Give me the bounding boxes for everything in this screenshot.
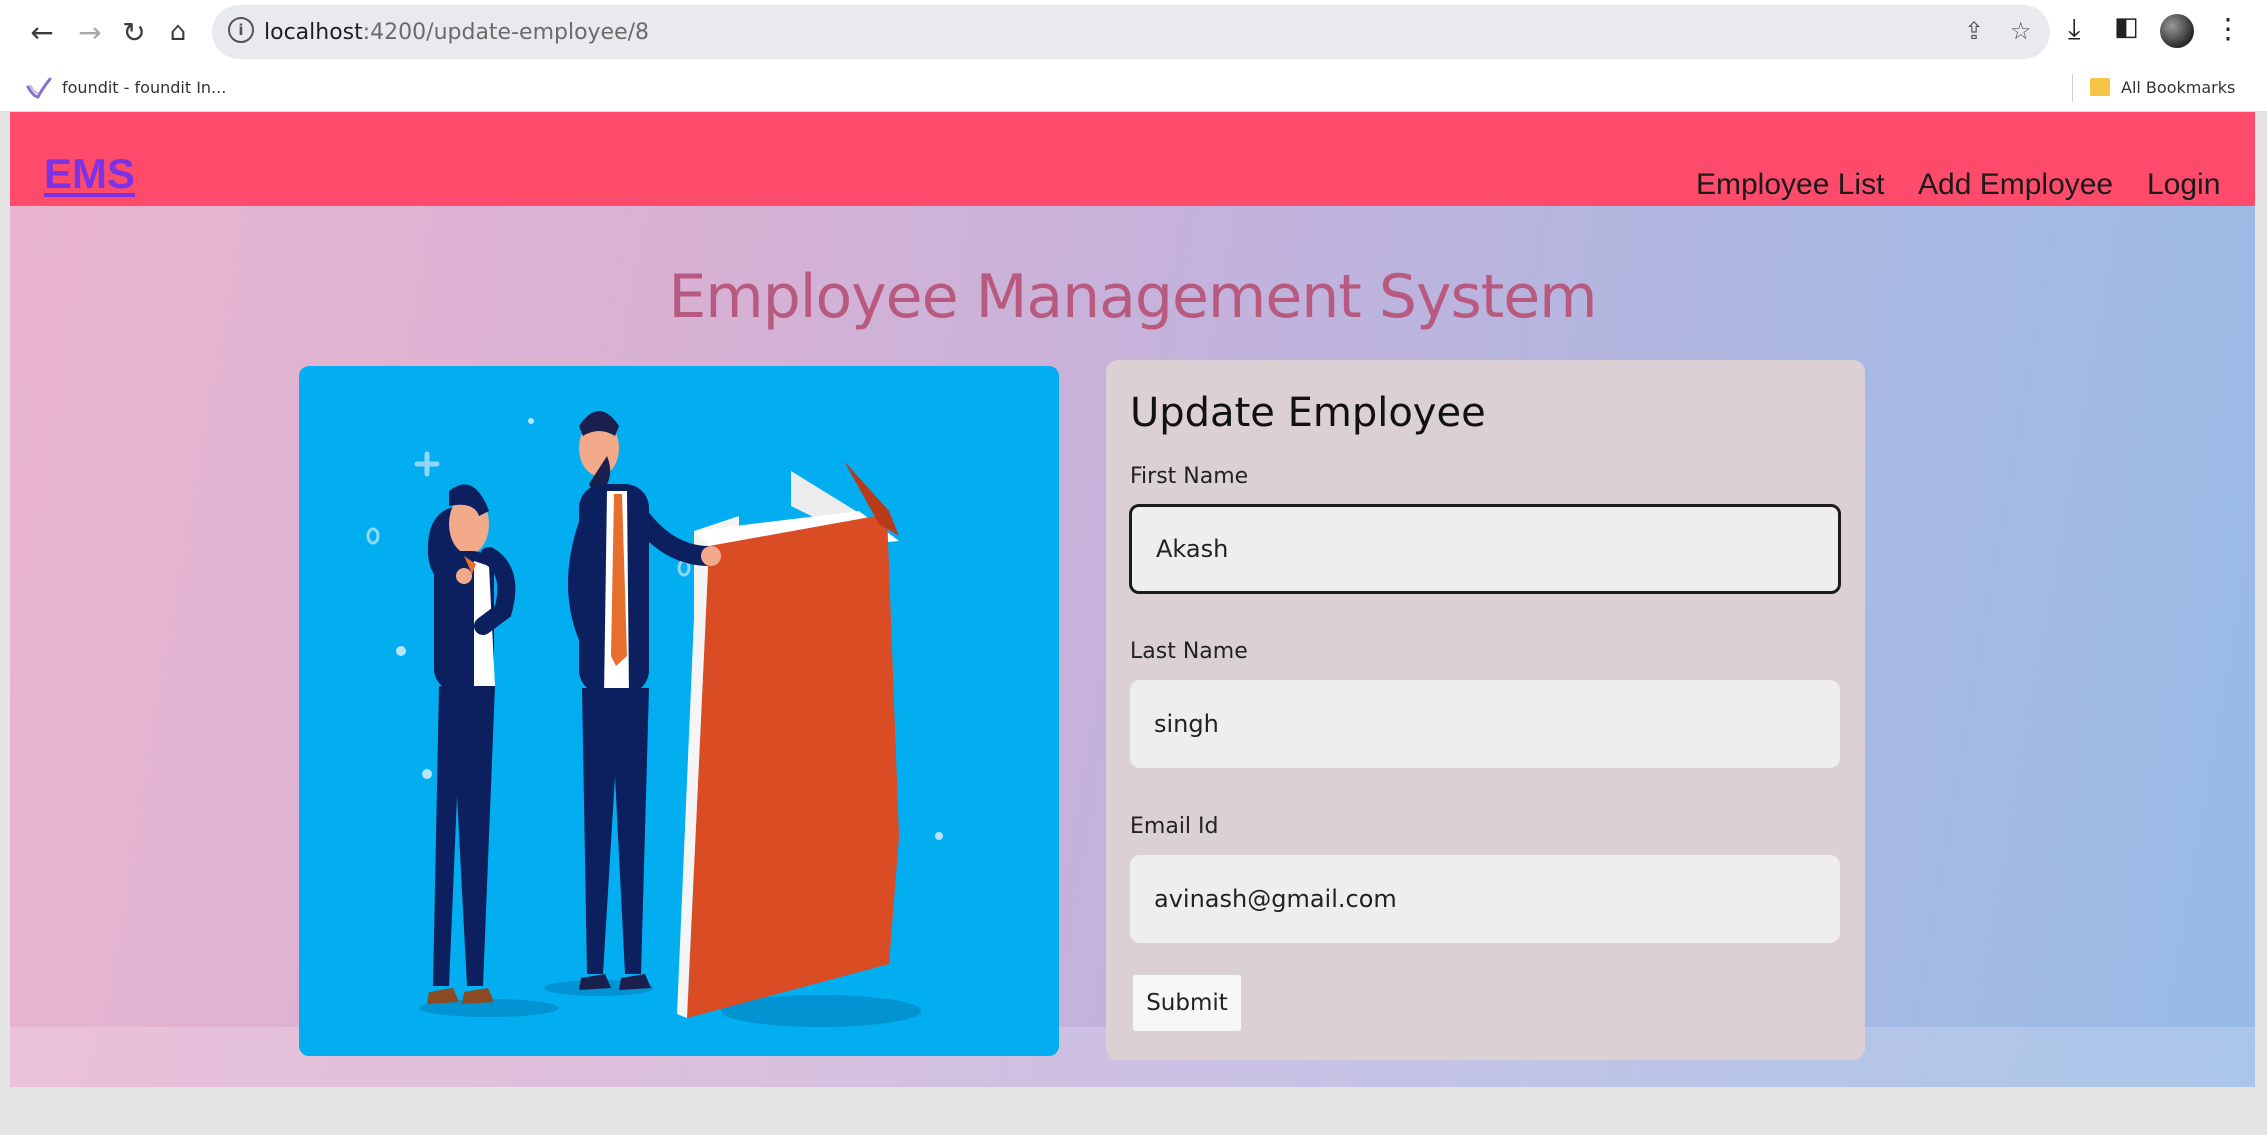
address-bar[interactable]: i localhost:4200/update-employee/8 ⇪ ☆ — [212, 5, 2050, 59]
nav-add-employee[interactable]: Add Employee — [1918, 168, 2113, 202]
folder-icon — [2090, 78, 2110, 96]
share-icon[interactable]: ⇪ — [1964, 17, 1984, 45]
forward-icon[interactable]: → — [72, 14, 108, 50]
reload-icon[interactable]: ↻ — [116, 14, 152, 50]
submit-button[interactable]: Submit — [1132, 974, 1242, 1032]
last-name-label: Last Name — [1130, 639, 1248, 664]
email-input[interactable] — [1130, 855, 1840, 943]
bookmark-divider — [2072, 74, 2073, 102]
more-icon[interactable]: ⋮ — [2214, 12, 2242, 45]
bookmarks-bar: foundit - foundit In... All Bookmarks — [0, 64, 2267, 112]
form-heading: Update Employee — [1130, 390, 1486, 436]
bookmark-foundit[interactable]: foundit - foundit In... — [62, 78, 226, 97]
page-title: Employee Management System — [668, 262, 1597, 332]
first-name-label: First Name — [1130, 464, 1249, 489]
all-bookmarks[interactable]: All Bookmarks — [2121, 78, 2235, 97]
home-icon[interactable]: ⌂ — [160, 14, 196, 50]
update-employee-form: Update Employee First Name Last Name Ema… — [1106, 360, 1865, 1060]
foundit-favicon-icon — [26, 77, 52, 99]
navbar: EMS Employee List Add Employee Login — [10, 112, 2255, 206]
url-path: :4200/update-employee/8 — [362, 20, 650, 45]
info-icon[interactable]: i — [228, 17, 254, 43]
app-viewport: EMS Employee List Add Employee Login Emp… — [10, 112, 2255, 1087]
back-icon[interactable]: ← — [24, 14, 60, 50]
illustration-panel — [299, 366, 1059, 1056]
business-people-book-illustration — [366, 411, 943, 1027]
sidepanel-icon[interactable]: ◧ — [2114, 12, 2139, 42]
url-host: localhost — [264, 20, 363, 45]
profile-avatar[interactable] — [2160, 14, 2194, 48]
nav-login[interactable]: Login — [2147, 168, 2220, 202]
url-text[interactable]: localhost:4200/update-employee/8 — [264, 20, 649, 45]
brand-link[interactable]: EMS — [44, 150, 135, 198]
star-icon[interactable]: ☆ — [2010, 17, 2032, 45]
first-name-input[interactable] — [1129, 504, 1841, 594]
last-name-input[interactable] — [1130, 680, 1840, 768]
browser-toolbar: ← → ↻ ⌂ i localhost:4200/update-employee… — [0, 0, 2267, 64]
nav-employee-list[interactable]: Employee List — [1696, 168, 1884, 202]
email-label: Email Id — [1130, 814, 1219, 839]
download-icon[interactable]: ⤓ — [2068, 12, 2080, 46]
